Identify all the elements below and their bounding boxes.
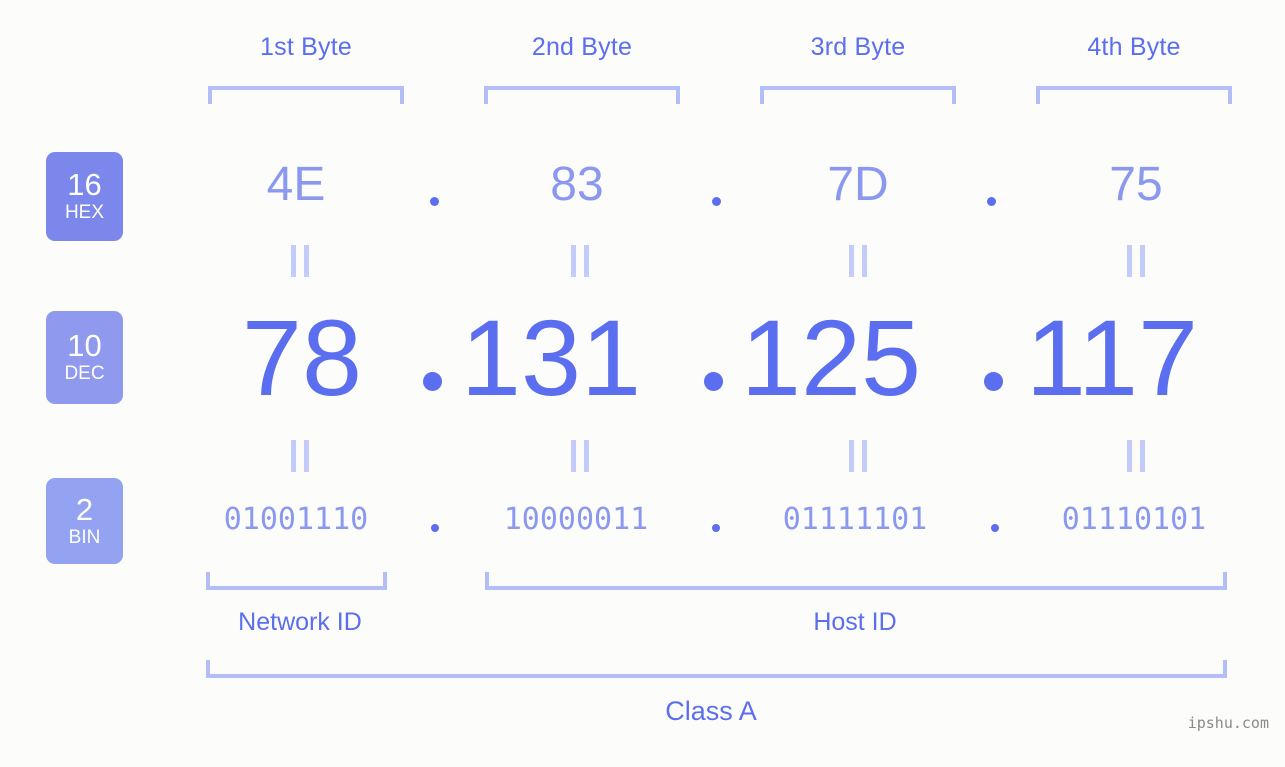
radix-badge-dec: 10 DEC (46, 311, 123, 404)
radix-badge-hex-name: HEX (64, 202, 105, 223)
bin-separator-dot-2 (712, 524, 720, 532)
dec-byte-3: 125 (740, 297, 922, 418)
radix-badge-bin: 2 BIN (46, 478, 123, 564)
byte-header-3: 3rd Byte (810, 33, 906, 61)
radix-badge-dec-number: 10 (67, 328, 102, 363)
dec-separator-dot-1 (423, 372, 442, 391)
radix-badge-bin-number: 2 (75, 491, 94, 527)
bin-byte-1: 01001110 (223, 502, 369, 537)
bin-byte-3: 01111101 (782, 502, 928, 537)
radix-badge-hex: 16 HEX (46, 152, 123, 241)
equals-mark-hex-dec-2 (571, 245, 589, 277)
dec-separator-dot-3 (984, 372, 1003, 391)
host-id-label: Host ID (813, 608, 897, 636)
bin-byte-4: 01110101 (1061, 502, 1207, 537)
hex-separator-dot-1 (430, 197, 439, 206)
equals-mark-dec-bin-2 (571, 440, 589, 472)
hex-byte-3: 7D (827, 158, 889, 211)
bin-separator-dot-3 (991, 524, 999, 532)
class-label: Class A (665, 696, 757, 726)
dec-byte-4: 117 (1025, 297, 1199, 418)
equals-mark-dec-bin-1 (291, 440, 309, 472)
hex-separator-dot-2 (712, 197, 721, 206)
bin-separator-dot-1 (431, 524, 439, 532)
ip-breakdown-diagram: 1st Byte 2nd Byte 3rd Byte 4th Byte 16 H… (0, 0, 1285, 767)
equals-mark-dec-bin-3 (849, 440, 867, 472)
bin-byte-2: 10000011 (503, 502, 649, 537)
equals-mark-hex-dec-4 (1127, 245, 1145, 277)
equals-mark-hex-dec-3 (849, 245, 867, 277)
radix-badge-hex-number: 16 (67, 167, 102, 202)
byte-header-2: 2nd Byte (531, 33, 633, 61)
byte-bracket-2 (484, 86, 680, 104)
equals-mark-dec-bin-4 (1127, 440, 1145, 472)
hex-separator-dot-3 (987, 197, 996, 206)
byte-bracket-1 (208, 86, 404, 104)
dec-separator-dot-2 (704, 372, 723, 391)
hex-byte-4: 75 (1109, 158, 1163, 211)
radix-badge-bin-name: BIN (68, 526, 101, 548)
dec-byte-2: 131 (460, 297, 642, 418)
hex-byte-2: 83 (550, 158, 604, 211)
network-id-bracket (206, 572, 387, 590)
host-id-bracket (485, 572, 1227, 590)
radix-badge-dec-name: DEC (64, 363, 105, 384)
byte-header-1: 1st Byte (260, 33, 352, 61)
site-watermark: ipshu.com (1187, 714, 1269, 732)
byte-bracket-4 (1036, 86, 1232, 104)
hex-byte-1: 4E (266, 158, 326, 211)
dec-byte-1: 78 (241, 297, 363, 418)
byte-header-4: 4th Byte (1087, 33, 1181, 61)
byte-bracket-3 (760, 86, 956, 104)
equals-mark-hex-dec-1 (291, 245, 309, 277)
class-bracket (206, 660, 1227, 678)
network-id-label: Network ID (238, 608, 362, 636)
